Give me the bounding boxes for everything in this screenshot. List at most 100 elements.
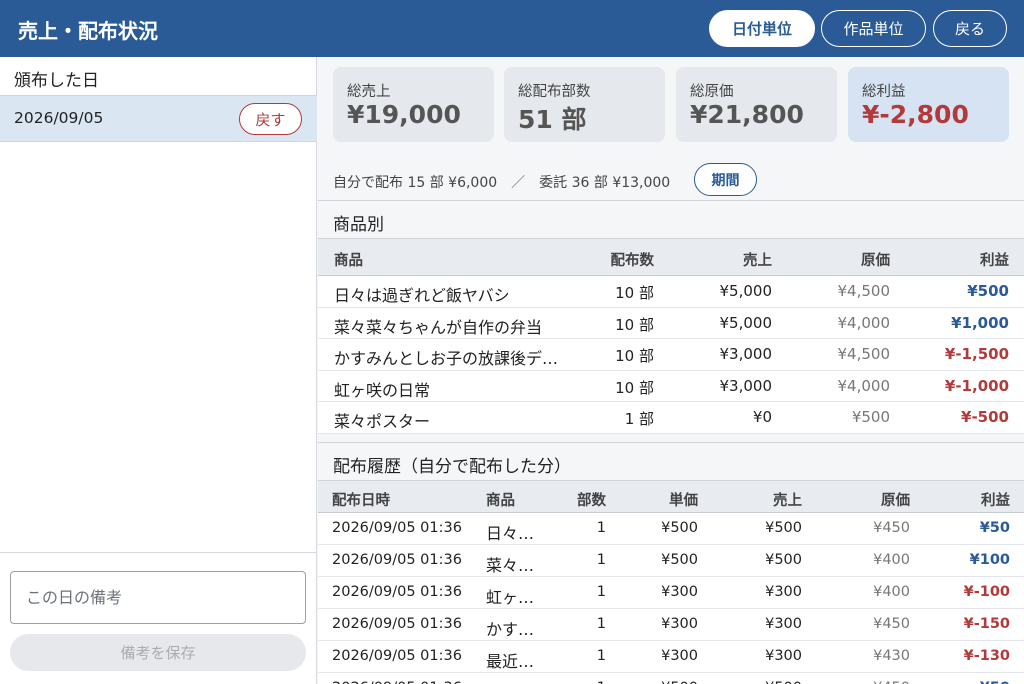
summary-separator: ／ [511, 175, 526, 191]
column-header-datetime: 配布日時 [332, 493, 390, 509]
cell-unit-price: ¥300 [661, 648, 698, 664]
history-table-header: 配布日時 商品 部数 単価 売上 原価 利益 [318, 480, 1024, 513]
section-divider [318, 442, 1024, 443]
card-value: ¥19,000 [347, 100, 461, 129]
cell-count: 10 部 [615, 347, 654, 365]
section-divider [318, 200, 1024, 201]
cell-sales: ¥5,000 [719, 282, 773, 300]
column-header-sales: 売上 [743, 253, 772, 269]
total-sales-card: 総売上 ¥19,000 [333, 67, 494, 142]
column-header-cost: 原価 [881, 493, 910, 509]
cell-datetime: 2026/09/05 01:36 [332, 616, 462, 632]
memo-input[interactable] [10, 571, 306, 624]
cell-datetime: 2026/09/05 01:36 [332, 680, 482, 684]
revert-button[interactable]: 戻す [239, 103, 302, 135]
cell-qty: 1 [548, 680, 606, 684]
column-header-sales: 売上 [773, 493, 802, 509]
distribution-summary: 自分で配布 15 部 ¥6,000 ／ 委託 36 部 ¥13,000 [333, 172, 670, 192]
cell-product: かすみんとしお子の放課後デ… [334, 349, 559, 368]
cell-profit: ¥1,000 [951, 313, 1009, 332]
table-row: 2026/09/05 01:36 最近… 1 ¥300 ¥300 ¥430 ¥-130 [318, 641, 1024, 673]
by-product-table-header: 商品 配布数 売上 原価 利益 [318, 238, 1024, 276]
cell-profit: ¥-100 [963, 584, 1010, 600]
cell-sales: ¥500 [765, 520, 802, 536]
cell-qty: 1 [596, 520, 606, 536]
sidebar-heading: 頒布した日 [14, 71, 99, 91]
cell-sales: ¥300 [765, 616, 802, 632]
by-product-title: 商品別 [333, 215, 384, 235]
column-header-profit: 利益 [981, 493, 1010, 509]
cell-unit-price: ¥500 [661, 552, 698, 568]
cell-sales: ¥3,000 [719, 345, 773, 363]
cell-cost: ¥400 [873, 552, 910, 568]
cell-cost: ¥4,000 [837, 376, 891, 395]
table-row: 2026/09/05 01:36日々…1¥500¥500¥450¥50 [318, 673, 1024, 684]
card-value: 51 部 [518, 105, 587, 134]
cell-product: 日々は過ぎれど飯ヤバシ [334, 286, 510, 305]
card-value: ¥-2,800 [862, 100, 969, 129]
cell-cost: ¥450 [873, 520, 910, 536]
cell-qty: 1 [596, 648, 606, 664]
cell-unit-price: ¥300 [661, 584, 698, 600]
table-row: 2026/09/05 01:36 かす… 1 ¥300 ¥300 ¥450 ¥-150 [318, 609, 1024, 641]
cell-product: かす… [486, 620, 535, 639]
cell-cost: ¥4,000 [837, 313, 891, 332]
cell-count: 10 部 [615, 284, 654, 302]
cell-product: 日々… [486, 680, 546, 684]
table-row: 日々は過ぎれど飯ヤバシ 10 部 ¥5,000 ¥4,500 ¥500 [318, 276, 1024, 308]
app-bar: 売上・配布状況 日付単位 作品単位 戻る [0, 0, 1024, 57]
column-header-product: 商品 [486, 493, 515, 509]
self-distribution-text: 自分で配布 15 部 ¥6,000 [333, 175, 498, 191]
cell-product: 虹ヶ… [486, 588, 535, 607]
cell-datetime: 2026/09/05 01:36 [332, 552, 462, 568]
cell-qty: 1 [596, 552, 606, 568]
column-header-qty: 部数 [577, 493, 606, 509]
cell-sales: ¥300 [765, 584, 802, 600]
cell-product: 日々… [486, 524, 535, 543]
cell-cost: ¥430 [873, 648, 910, 664]
table-row: 菜々ポスター 1 部 ¥0 ¥500 ¥-500 [318, 402, 1024, 434]
cell-count: 10 部 [615, 378, 654, 397]
divider [0, 552, 317, 553]
cell-count: 1 部 [624, 410, 654, 428]
card-label: 総売上 [347, 84, 391, 100]
column-header-product: 商品 [334, 253, 363, 269]
save-memo-button[interactable]: 備考を保存 [10, 634, 306, 671]
by-date-button[interactable]: 日付単位 [709, 10, 815, 47]
cell-cost: ¥4,500 [837, 345, 891, 363]
cell-profit: ¥-500 [961, 408, 1009, 426]
cell-product: 菜々… [486, 556, 535, 575]
card-value: ¥21,800 [690, 100, 804, 129]
date-list-item[interactable]: 2026/09/05 戻す [0, 95, 317, 142]
sidebar: 頒布した日 2026/09/05 戻す 備考を保存 [0, 57, 317, 684]
cell-sales: ¥3,000 [719, 376, 773, 395]
page-title: 売上・配布状況 [18, 19, 158, 43]
table-row: 2026/09/05 01:36日々…1¥500¥500¥450¥50 [318, 513, 1024, 545]
by-work-button[interactable]: 作品単位 [821, 10, 926, 47]
cell-sales: ¥0 [752, 408, 772, 426]
column-header-count: 配布数 [610, 253, 655, 269]
period-button[interactable]: 期間 [694, 163, 757, 196]
date-label: 2026/09/05 [14, 109, 104, 127]
main-content: 総売上 ¥19,000 総配布部数 51 部 総原価 ¥21,800 総利益 ¥… [318, 57, 1024, 684]
cell-profit: ¥-150 [963, 616, 1010, 632]
cell-profit: ¥50 [928, 680, 1010, 684]
card-label: 総利益 [862, 84, 906, 100]
cell-unit-price: ¥500 [618, 680, 698, 684]
table-row: 2026/09/05 01:36 菜々… 1 ¥500 ¥500 ¥400 ¥100 [318, 545, 1024, 577]
table-row: 菜々菜々ちゃんが自作の弁当 10 部 ¥5,000 ¥4,000 ¥1,000 [318, 307, 1024, 339]
cell-profit: ¥-1,000 [944, 376, 1009, 395]
cell-sales: ¥500 [765, 552, 802, 568]
cell-product: 菜々ポスター [334, 412, 431, 431]
cell-product: 最近… [486, 652, 535, 671]
cell-profit: ¥-1,500 [944, 345, 1009, 363]
table-row: かすみんとしお子の放課後デ… 10 部 ¥3,000 ¥4,500 ¥-1,500 [318, 339, 1024, 371]
total-profit-card: 総利益 ¥-2,800 [848, 67, 1009, 142]
back-button[interactable]: 戻る [933, 10, 1007, 47]
cell-profit: ¥100 [969, 552, 1010, 568]
total-cost-card: 総原価 ¥21,800 [676, 67, 837, 142]
consignment-text: 委託 36 部 ¥13,000 [539, 175, 671, 191]
card-label: 総原価 [690, 84, 734, 100]
column-header-cost: 原価 [861, 253, 890, 269]
card-label: 総配布部数 [518, 84, 591, 100]
